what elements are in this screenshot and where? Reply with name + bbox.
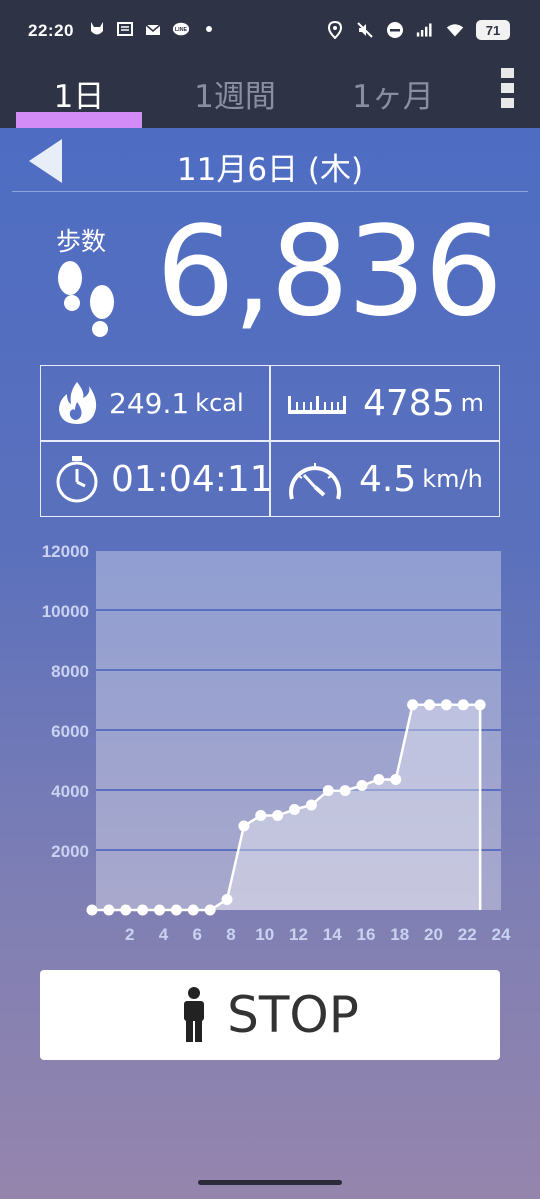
y-tick-label: 8000 [51, 662, 89, 681]
tab-month[interactable]: 1ヶ月 [330, 66, 456, 120]
status-time: 22:20 [28, 21, 74, 40]
ruler-icon [285, 379, 349, 427]
y-tick-label: 4000 [51, 782, 89, 801]
dot-icon [200, 20, 218, 38]
x-tick-label: 16 [357, 925, 376, 944]
duration-value: 01:04:11 [111, 458, 273, 500]
calories-value: 249.1 [109, 386, 190, 420]
data-point [305, 799, 317, 811]
distance-value: 4785 [363, 382, 455, 424]
distance-cell: 4785 m [285, 366, 484, 440]
steps-label: 歩数 [56, 227, 107, 256]
person-icon [184, 987, 205, 1042]
fox-icon [88, 20, 106, 38]
x-tick-label: 14 [323, 925, 342, 944]
tab-week[interactable]: 1週間 [170, 66, 300, 120]
calories-unit: kcal [195, 389, 244, 417]
data-point [170, 904, 182, 916]
duration-cell: 01:04:11 [53, 442, 273, 516]
data-point [440, 699, 452, 711]
mail-icon [144, 20, 162, 38]
news-icon [116, 20, 134, 38]
data-point [255, 810, 267, 821]
dnd-icon [386, 21, 404, 39]
x-tick-label: 8 [226, 925, 235, 944]
data-point [187, 904, 199, 916]
speedometer-icon [285, 455, 345, 503]
wifi-icon [446, 21, 464, 39]
data-point [204, 904, 216, 916]
x-tick-label: 22 [458, 925, 477, 944]
date-label: 11月6日 (木) [176, 152, 364, 188]
date-header: 11月6日 (木) [0, 138, 540, 190]
data-point [238, 820, 250, 832]
x-tick-label: 18 [390, 925, 409, 944]
divider [12, 191, 528, 192]
data-point [103, 904, 115, 916]
x-tick-label: 12 [289, 925, 308, 944]
data-point [272, 810, 284, 821]
signal-icon [416, 21, 434, 39]
data-point [390, 774, 402, 785]
mute-icon [356, 21, 374, 39]
speed-cell: 4.5 km/h [285, 442, 483, 516]
stopwatch-icon [53, 455, 101, 503]
speed-value: 4.5 [359, 458, 417, 500]
data-point [120, 904, 132, 916]
data-point [154, 904, 165, 916]
y-tick-label: 6000 [51, 722, 89, 741]
system-icons: 71 [326, 20, 510, 40]
data-point [289, 804, 300, 815]
battery-indicator: 71 [476, 20, 510, 40]
steps-count: 6,836 [156, 200, 503, 344]
notification-icons: LINE [88, 20, 218, 38]
overflow-menu-icon[interactable] [501, 68, 514, 108]
stop-button[interactable]: STOP [40, 970, 500, 1060]
status-bar: 22:20 LINE 71 [0, 0, 540, 62]
flame-icon [53, 379, 101, 427]
x-tick-label: 4 [159, 925, 169, 944]
data-point [457, 699, 469, 711]
x-tick-label: 20 [424, 925, 443, 944]
data-point [474, 699, 486, 711]
location-icon [326, 21, 344, 39]
x-tick-label: 6 [193, 925, 202, 944]
data-point [137, 904, 149, 916]
y-tick-label: 2000 [51, 842, 89, 861]
stop-button-label: STOP [227, 986, 359, 1044]
data-point [373, 774, 385, 785]
y-tick-label: 10000 [42, 602, 89, 621]
y-tick-label: 12000 [42, 542, 89, 561]
distance-unit: m [460, 389, 485, 417]
data-point [424, 699, 435, 711]
speed-unit: km/h [422, 465, 483, 493]
x-tick-label: 24 [492, 925, 511, 944]
calories-cell: 249.1 kcal [53, 366, 244, 440]
data-point [322, 785, 334, 797]
steps-chart: 12000100008000600040002000 2 4 6 8 10 12 14 16 1… [42, 542, 511, 944]
x-tick-label: 2 [125, 925, 134, 944]
data-point [339, 785, 351, 797]
data-point [407, 699, 419, 711]
data-point [86, 904, 98, 916]
x-tick-label: 10 [255, 925, 274, 944]
data-point [356, 780, 368, 791]
home-indicator[interactable] [198, 1180, 342, 1185]
stats-grid: 249.1 kcal 4785 m 01:04:11 4.5 km/h [40, 365, 500, 517]
line-icon: LINE [172, 20, 190, 38]
svg-text:LINE: LINE [175, 27, 188, 33]
data-point [221, 894, 233, 905]
footprints-icon [58, 261, 114, 337]
active-tab-indicator [16, 112, 142, 128]
